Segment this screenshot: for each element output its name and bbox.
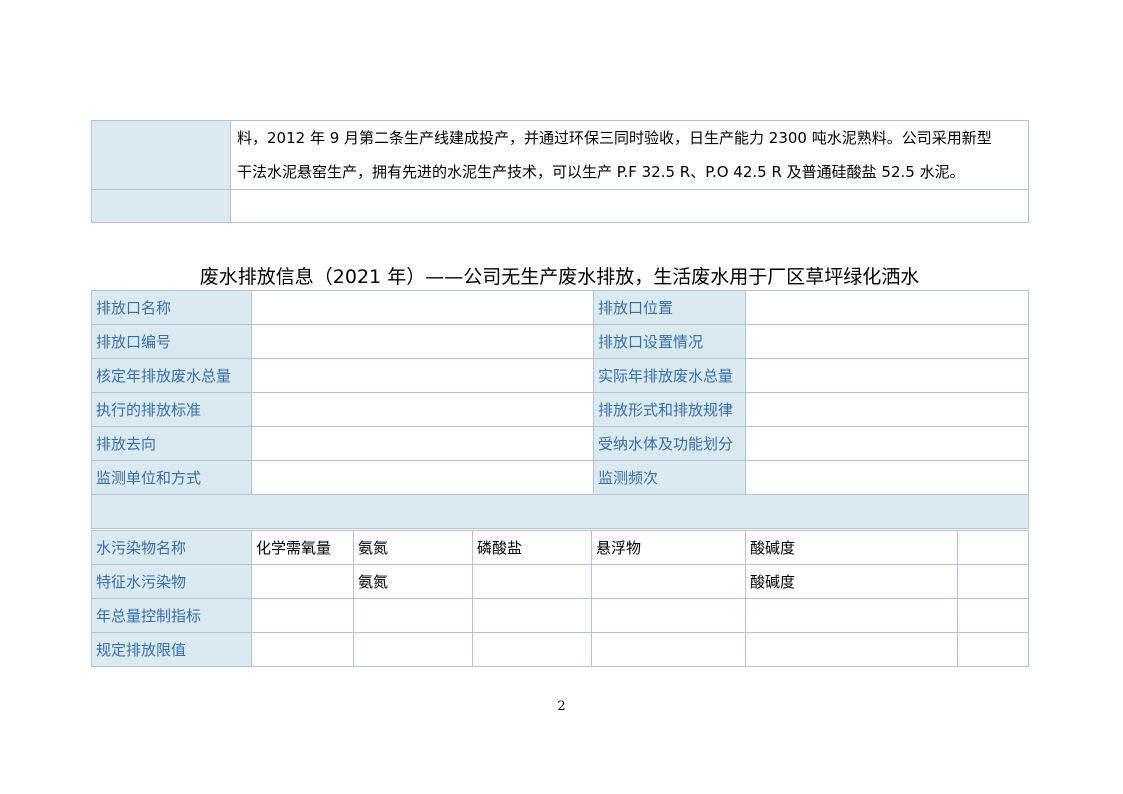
info-value [251, 426, 594, 461]
info-value [745, 290, 1029, 325]
blank-label-cell [91, 189, 231, 223]
pollutant-cell [957, 564, 1029, 599]
info-row: 核定年排放废水总量 实际年排放废水总量 [91, 358, 1029, 393]
pollutant-row: 规定排放限值 [91, 632, 1029, 667]
info-label: 实际年排放废水总量 [593, 358, 746, 393]
pollutant-cell: 氨氮 [353, 530, 473, 565]
pollutant-row-label: 特征水污染物 [91, 564, 252, 599]
info-row: 排放口名称 排放口位置 [91, 290, 1029, 325]
pollutant-row: 年总量控制指标 [91, 598, 1029, 633]
pollutant-cell [353, 598, 473, 633]
blank-value-cell [230, 189, 1029, 223]
info-row: 排放口编号 排放口设置情况 [91, 324, 1029, 359]
info-value [251, 290, 594, 325]
info-row: 监测单位和方式 监测频次 [91, 460, 1029, 495]
info-label: 排放口设置情况 [593, 324, 746, 359]
info-label: 核定年排放废水总量 [91, 358, 252, 393]
info-label: 受纳水体及功能划分 [593, 426, 746, 461]
info-value [251, 392, 594, 427]
info-value [745, 358, 1029, 393]
pollutant-cell [591, 598, 746, 633]
pollutant-cell: 酸碱度 [745, 530, 958, 565]
pollutant-cell [472, 598, 592, 633]
info-label: 排放口编号 [91, 324, 252, 359]
intro-label-cell [91, 120, 231, 190]
pollutant-cell [745, 632, 958, 667]
info-value [251, 324, 594, 359]
pollutant-cell [251, 598, 354, 633]
pollutant-cell [472, 632, 592, 667]
pollutant-table: 水污染物名称 化学需氧量 氨氮 磷酸盐 悬浮物 酸碱度 特征水污染物 氨氮 酸碱… [91, 530, 1029, 667]
pollutant-cell: 磷酸盐 [472, 530, 592, 565]
intro-text-cell: 料，2012 年 9 月第二条生产线建成投产，并通过环保三同时验收，日生产能力 … [230, 120, 1029, 190]
pollutant-cell: 氨氮 [353, 564, 473, 599]
pollutant-cell: 悬浮物 [591, 530, 746, 565]
info-label: 监测单位和方式 [91, 460, 252, 495]
pollutant-cell [353, 632, 473, 667]
intro-line-2: 干法水泥悬窑生产，拥有先进的水泥生产技术，可以生产 P.F 32.5 R、P.O… [237, 163, 965, 181]
info-value [745, 460, 1029, 495]
pollutant-cell: 化学需氧量 [251, 530, 354, 565]
info-row: 执行的排放标准 排放形式和排放规律 [91, 392, 1029, 427]
company-intro-table: 料，2012 年 9 月第二条生产线建成投产，并通过环保三同时验收，日生产能力 … [91, 120, 1029, 223]
pollutant-cell [591, 564, 746, 599]
info-value [251, 460, 594, 495]
pollutant-cell [251, 632, 354, 667]
info-value [251, 358, 594, 393]
pollutant-cell [957, 530, 1029, 565]
pollutant-cell: 酸碱度 [745, 564, 958, 599]
section-title: 废水排放信息（2021 年）——公司无生产废水排放，生活废水用于厂区草坪绿化洒水 [199, 266, 920, 288]
pollutant-cell [957, 632, 1029, 667]
info-value [745, 426, 1029, 461]
info-label: 排放形式和排放规律 [593, 392, 746, 427]
info-label: 排放口位置 [593, 290, 746, 325]
pollutant-cell [745, 598, 958, 633]
pollutant-row-label: 年总量控制指标 [91, 598, 252, 633]
outlet-info-table: 排放口名称 排放口位置 排放口编号 排放口设置情况 核定年排放废水总量 实际年排… [91, 290, 1029, 529]
intro-line-1: 料，2012 年 9 月第二条生产线建成投产，并通过环保三同时验收，日生产能力 … [237, 129, 992, 147]
pollutant-cell [591, 632, 746, 667]
info-value [745, 392, 1029, 427]
info-row: 排放去向 受纳水体及功能划分 [91, 426, 1029, 461]
separator-cell [91, 494, 1029, 529]
pollutant-row-label: 水污染物名称 [91, 530, 252, 565]
pollutant-row: 水污染物名称 化学需氧量 氨氮 磷酸盐 悬浮物 酸碱度 [91, 530, 1029, 565]
pollutant-row-label: 规定排放限值 [91, 632, 252, 667]
info-value [745, 324, 1029, 359]
info-label: 执行的排放标准 [91, 392, 252, 427]
pollutant-cell [957, 598, 1029, 633]
pollutant-cell [472, 564, 592, 599]
info-label: 排放去向 [91, 426, 252, 461]
info-label: 排放口名称 [91, 290, 252, 325]
pollutant-row: 特征水污染物 氨氮 酸碱度 [91, 564, 1029, 599]
page-number: 2 [557, 699, 566, 714]
pollutant-cell [251, 564, 354, 599]
separator-row [91, 494, 1029, 529]
info-label: 监测频次 [593, 460, 746, 495]
